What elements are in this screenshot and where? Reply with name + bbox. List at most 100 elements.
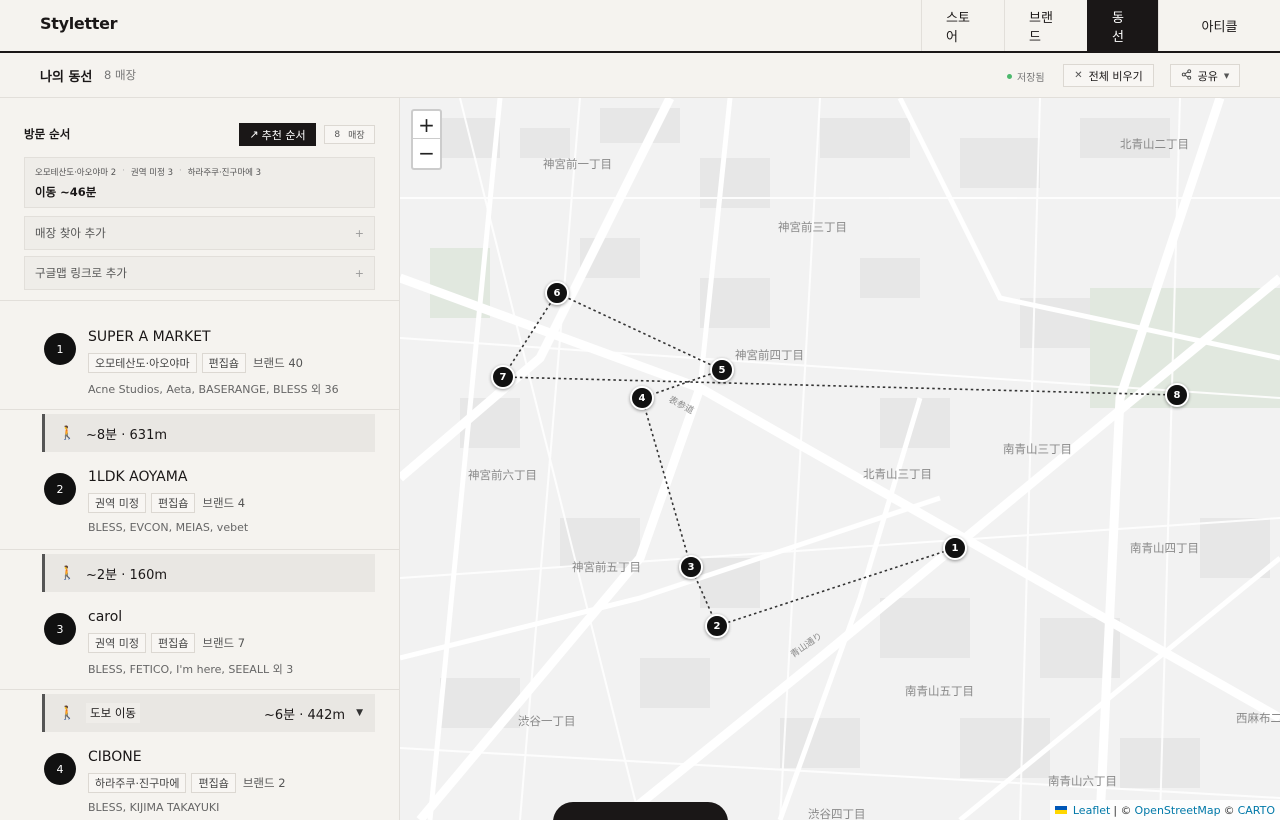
route-stop[interactable]: 2 1LDK AOYAMA 권역 미정 편집숍 브랜드 4 BLESS, EVC… xyxy=(0,441,399,549)
plus-icon: + xyxy=(354,226,364,240)
top-nav: Styletter 스토어 브랜드 동선 아티클 xyxy=(0,0,1280,53)
separator: · xyxy=(122,166,125,176)
nav-tabs: 스토어 브랜드 동선 아티클 xyxy=(921,0,1280,51)
zoom-in-button[interactable]: + xyxy=(413,111,440,139)
walking-icon: 🚶 xyxy=(59,565,76,581)
share-button[interactable]: 공유 ▼ xyxy=(1170,64,1240,87)
app-logo[interactable]: Styletter xyxy=(40,14,118,33)
status-dot-icon xyxy=(1007,74,1012,79)
map-pin[interactable]: 2 xyxy=(705,614,729,638)
add-store-search-button[interactable]: 매장 찾아 추가 + xyxy=(24,216,375,250)
map-pin[interactable]: 6 xyxy=(545,281,569,305)
plus-icon: + xyxy=(354,266,364,280)
area-breakdown: 오모테산도·아오야마 2 · 권역 미정 3 · 하라주쿠·진구마에 3 xyxy=(35,166,364,178)
route-summary: 오모테산도·아오야마 2 · 권역 미정 3 · 하라주쿠·진구마에 3 이동 … xyxy=(24,157,375,208)
area-item: 권역 미정 3 xyxy=(130,168,173,178)
map-attribution: Leaflet | © OpenStreetMap © CARTO xyxy=(1049,800,1280,820)
type-tag: 편집숍 xyxy=(150,633,196,653)
leg-mode: 도보 이동 xyxy=(86,703,140,723)
route-stop[interactable]: 1 SUPER A MARKET 오모테산도·아오야마 편집숍 브랜드 40 A… xyxy=(0,301,399,409)
page-title: 나의 동선 xyxy=(40,70,93,85)
walking-icon: 🚶 xyxy=(59,425,76,441)
map-label: 南青山六丁目 xyxy=(1048,774,1117,788)
divider xyxy=(0,689,399,690)
map-label: 神宮前四丁目 xyxy=(735,348,804,362)
save-status-label: 저장됨 xyxy=(1017,73,1045,84)
separator: · xyxy=(179,166,182,176)
clear-all-label: 전체 비우기 xyxy=(1088,69,1143,83)
divider xyxy=(0,409,399,410)
map-label: 南青山五丁目 xyxy=(905,684,974,698)
leaflet-link[interactable]: Leaflet xyxy=(1073,804,1110,817)
chevron-down-icon[interactable]: ▼ xyxy=(356,708,363,718)
add-google-link-button[interactable]: 구글맵 링크로 추가 + xyxy=(24,256,375,290)
route-stop[interactable]: 3 carol 권역 미정 편집숍 브랜드 7 BLESS, FETICO, I… xyxy=(0,581,399,689)
carto-link[interactable]: CARTO xyxy=(1238,804,1275,817)
route-header: 나의 동선 8 매장 저장됨 ✕ 전체 비우기 공유 ▼ xyxy=(0,53,1280,98)
visit-order-label: 방문 순서 xyxy=(24,127,71,141)
map-label: 神宮前一丁目 xyxy=(543,157,612,171)
area-tag: 권역 미정 xyxy=(88,493,146,513)
route-panel: 방문 순서 ↗ 추천 순서 8 매장 오모테산도·아오야마 2 · 권역 미정 … xyxy=(0,98,400,820)
zoom-control: + − xyxy=(411,109,442,170)
store-tags: 오모테산도·아오야마 편집숍 브랜드 40 xyxy=(88,353,303,373)
type-tag: 편집숍 xyxy=(191,773,236,793)
add-store-search-label: 매장 찾아 추가 xyxy=(35,226,106,240)
store-tags: 권역 미정 편집숍 브랜드 4 xyxy=(88,493,245,513)
store-tags: 권역 미정 편집숍 브랜드 7 xyxy=(88,633,245,653)
recommend-order-label: 추천 순서 xyxy=(261,128,306,142)
store-name[interactable]: SUPER A MARKET xyxy=(88,329,211,345)
zoom-out-button[interactable]: − xyxy=(413,139,440,167)
brand-list: BLESS, FETICO, I'm here, SEEALL 외 3 xyxy=(88,663,294,676)
tab-store[interactable]: 스토어 xyxy=(921,0,1004,51)
map-pin[interactable]: 1 xyxy=(943,536,967,560)
map-pin[interactable]: 7 xyxy=(491,365,515,389)
type-tag: 편집숍 xyxy=(150,493,196,513)
brand-count: 브랜드 7 xyxy=(202,636,246,650)
map-pin[interactable]: 3 xyxy=(679,555,703,579)
brand-list: BLESS, KIJIMA TAKAYUKI xyxy=(88,801,220,814)
close-icon: ✕ xyxy=(1074,70,1083,81)
separator: | © xyxy=(1113,803,1132,817)
stop-number-badge: 3 xyxy=(44,613,76,645)
area-tag: 권역 미정 xyxy=(88,633,146,653)
map-label: 渋谷一丁目 xyxy=(518,714,576,728)
store-count: 8 매장 xyxy=(104,68,137,82)
route-map[interactable]: 神宮前一丁目 北青山二丁目 神宮前三丁目 神宮前四丁目 南青山三丁目 北青山三丁… xyxy=(400,98,1280,820)
tab-route[interactable]: 동선 xyxy=(1087,0,1158,51)
store-count-chip: 8 매장 xyxy=(324,125,375,144)
total-travel-time: 이동 ~46분 xyxy=(35,185,97,199)
map-toolbar[interactable] xyxy=(553,802,728,820)
store-name[interactable]: carol xyxy=(88,609,122,625)
osm-link[interactable]: OpenStreetMap xyxy=(1135,804,1221,817)
add-google-link-label: 구글맵 링크로 추가 xyxy=(35,266,127,280)
leg-distance: ~2분 · 160m xyxy=(86,567,167,583)
map-pin[interactable]: 5 xyxy=(710,358,734,382)
area-tag: 오모테산도·아오야마 xyxy=(88,353,197,373)
store-count-number: 8 xyxy=(334,129,341,140)
route-stop[interactable]: 4 CIBONE 하라주쿠·진구마에 편집숍 브랜드 2 BLESS, KIJI… xyxy=(0,721,399,820)
leg-distance: ~8분 · 631m xyxy=(86,427,167,443)
recommend-order-button[interactable]: ↗ 추천 순서 xyxy=(239,123,316,146)
leg-distance: ~6분 · 442m xyxy=(264,707,345,723)
clear-all-button[interactable]: ✕ 전체 비우기 xyxy=(1063,64,1154,87)
map-label: 渋谷四丁目 xyxy=(808,807,866,820)
map-label: 南青山四丁目 xyxy=(1130,541,1199,555)
store-name[interactable]: 1LDK AOYAMA xyxy=(88,469,187,485)
separator: © xyxy=(1223,803,1235,817)
store-name[interactable]: CIBONE xyxy=(88,749,142,765)
map-label: 西麻布二 xyxy=(1236,711,1280,725)
ukraine-flag-icon xyxy=(1054,806,1067,814)
map-pin[interactable]: 8 xyxy=(1165,383,1189,407)
area-item: 오모테산도·아오야마 2 xyxy=(35,168,117,178)
map-tiles xyxy=(400,98,1280,820)
share-icon xyxy=(1181,68,1192,83)
stop-number-badge: 4 xyxy=(44,753,76,785)
area-item: 하라주쿠·진구마에 3 xyxy=(187,168,262,178)
divider xyxy=(0,549,399,550)
stop-number-badge: 2 xyxy=(44,473,76,505)
tab-article[interactable]: 아티클 xyxy=(1158,0,1280,51)
map-pin[interactable]: 4 xyxy=(630,386,654,410)
tab-brand[interactable]: 브랜드 xyxy=(1004,0,1087,51)
brand-count: 브랜드 2 xyxy=(242,776,286,790)
